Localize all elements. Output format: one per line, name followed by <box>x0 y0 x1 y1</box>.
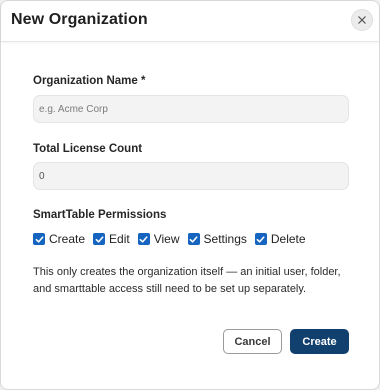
org-name-input[interactable] <box>33 95 349 123</box>
permission-view[interactable]: View <box>137 232 180 246</box>
close-icon <box>358 16 366 24</box>
edit-checkbox[interactable] <box>93 233 106 245</box>
dialog-title: New Organization <box>11 11 148 28</box>
create-checkbox[interactable] <box>33 233 45 245</box>
checkmark-icon <box>95 235 104 243</box>
license-count-input[interactable] <box>33 162 349 190</box>
permission-delete[interactable]: Delete <box>254 232 306 246</box>
org-name-label: Organization Name * <box>33 75 146 87</box>
permission-edit[interactable]: Edit <box>93 232 130 246</box>
permissions-label: SmartTable Permissions <box>33 209 167 221</box>
permissions-group: Create Edit View Settings Delete <box>33 231 314 247</box>
permission-settings[interactable]: Settings <box>187 232 247 246</box>
create-label: Create <box>49 232 86 246</box>
settings-label: Settings <box>203 232 247 246</box>
close-button[interactable] <box>351 9 373 31</box>
delete-checkbox[interactable] <box>254 233 267 245</box>
cancel-button[interactable]: Cancel <box>223 329 282 354</box>
settings-checkbox[interactable] <box>187 233 200 245</box>
new-organization-dialog: New Organization Organization Name * Tot… <box>0 0 380 390</box>
checkmark-icon <box>256 235 265 243</box>
permission-create[interactable]: Create <box>33 232 85 246</box>
checkmark-icon <box>139 235 148 243</box>
dialog-header: New Organization <box>1 1 379 42</box>
view-label: View <box>153 232 180 246</box>
edit-label: Edit <box>109 232 130 246</box>
checkmark-icon <box>35 235 44 243</box>
info-note: This only creates the organization itsel… <box>33 266 341 295</box>
create-button[interactable]: Create <box>290 329 349 354</box>
delete-label: Delete <box>270 232 306 246</box>
checkmark-icon <box>189 235 198 243</box>
view-checkbox[interactable] <box>137 233 150 245</box>
license-count-label: Total License Count <box>33 143 143 155</box>
